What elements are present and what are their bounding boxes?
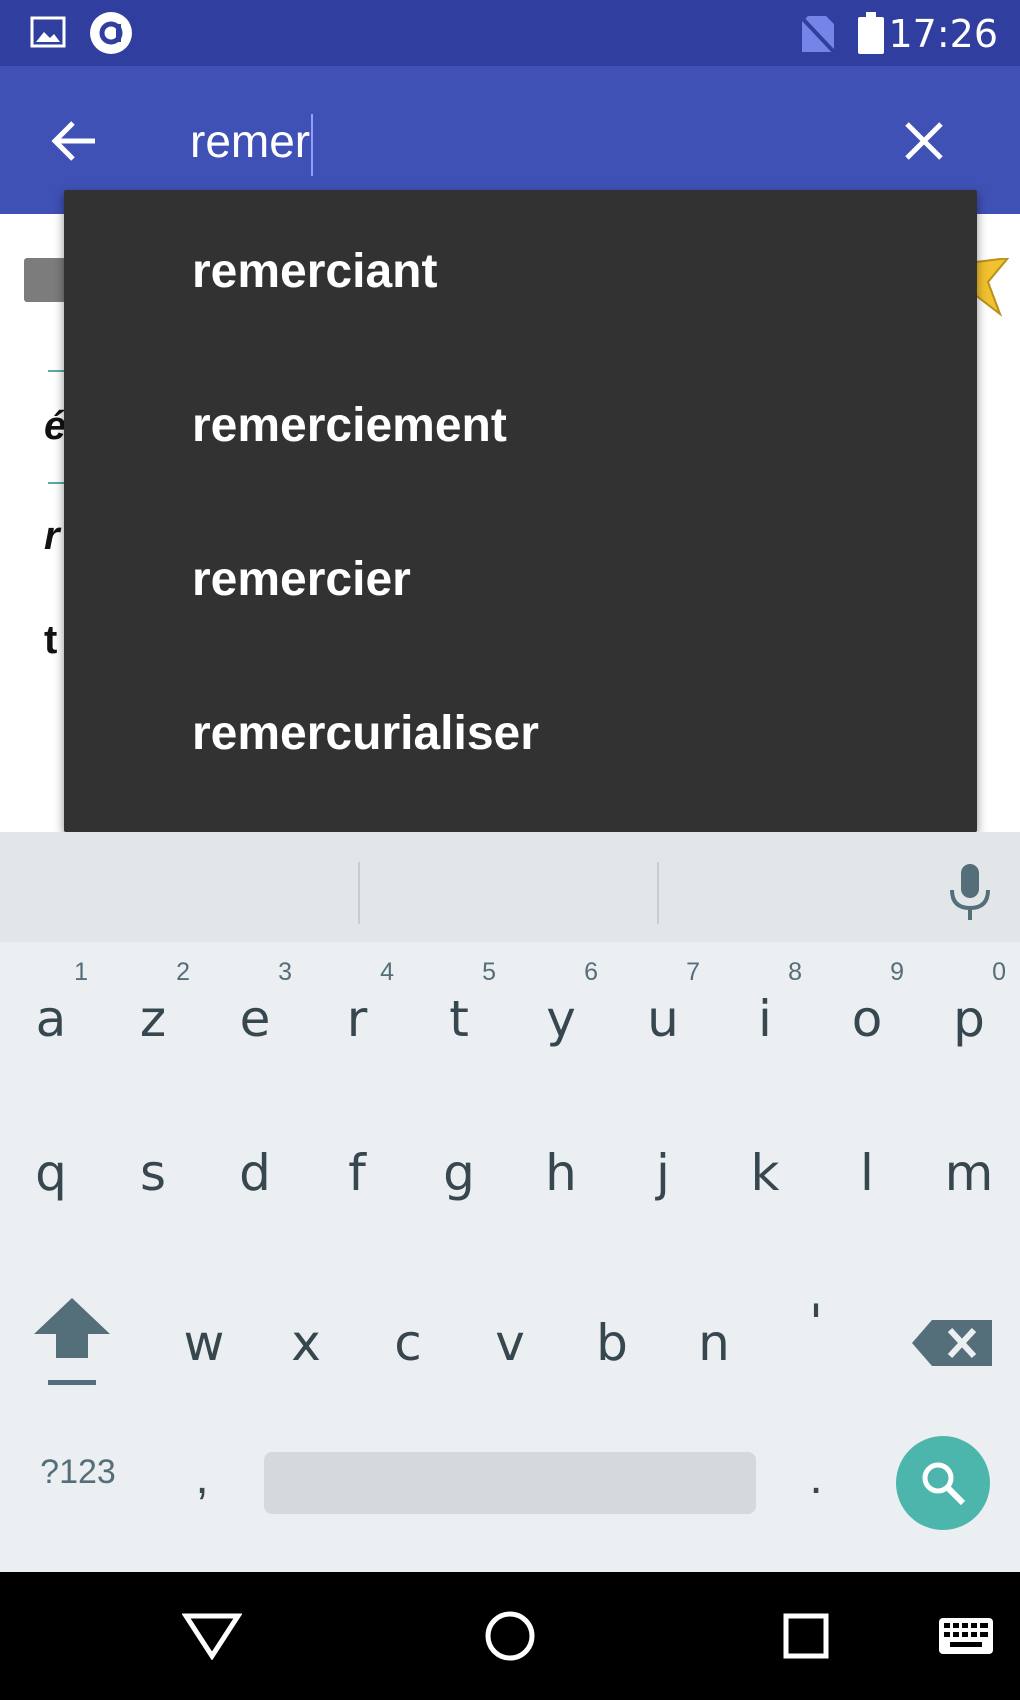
search-input-text: remer <box>190 115 311 167</box>
key-apostrophe[interactable]: ' <box>765 1248 867 1398</box>
back-button[interactable] <box>38 108 110 174</box>
key-label: u <box>647 990 679 1048</box>
text-caret <box>311 113 314 176</box>
key-v[interactable]: v <box>459 1268 561 1418</box>
autocomplete-dropdown: remerciant remerciement remercier remerc… <box>64 190 977 832</box>
key-label: y <box>546 990 576 1048</box>
suggestion-item[interactable]: remerciant <box>64 194 977 348</box>
key-x[interactable]: x <box>255 1268 357 1418</box>
key-l[interactable]: l <box>816 1098 918 1248</box>
shift-arrow-icon <box>34 1298 110 1385</box>
key-label: p <box>953 990 985 1048</box>
search-action-key[interactable] <box>896 1436 990 1530</box>
close-icon <box>905 122 943 160</box>
key-hint: 5 <box>482 958 496 986</box>
key-o[interactable]: o9 <box>816 944 918 1094</box>
key-n[interactable]: n <box>663 1268 765 1418</box>
key-label: z <box>139 990 167 1048</box>
key-s[interactable]: s <box>102 1098 204 1248</box>
backspace-icon <box>912 1320 992 1366</box>
strip-divider <box>358 862 360 924</box>
suggestion-item[interactable]: remercurialiser <box>64 656 977 810</box>
no-sim-icon <box>800 16 836 54</box>
clear-search-button[interactable] <box>888 106 960 176</box>
key-label: o <box>851 990 883 1048</box>
key-p[interactable]: p0 <box>918 944 1020 1094</box>
key-z[interactable]: z2 <box>102 944 204 1094</box>
key-a[interactable]: a1 <box>0 944 102 1094</box>
symbols-key[interactable]: ?123 <box>18 1432 138 1512</box>
image-icon <box>30 16 66 48</box>
key-w[interactable]: w <box>153 1268 255 1418</box>
home-circle-icon <box>485 1611 535 1661</box>
key-hint: 8 <box>788 958 802 986</box>
nav-back-button[interactable] <box>176 1600 248 1672</box>
key-hint: 6 <box>584 958 598 986</box>
key-h[interactable]: h <box>510 1098 612 1248</box>
keyboard-switch-button[interactable] <box>930 1600 1002 1672</box>
peek-text: é <box>44 404 67 448</box>
backspace-key[interactable] <box>908 1298 1000 1388</box>
key-j[interactable]: j <box>612 1098 714 1248</box>
key-t[interactable]: t5 <box>408 944 510 1094</box>
battery-icon <box>858 12 884 54</box>
nav-home-button[interactable] <box>474 1600 546 1672</box>
key-hint: 7 <box>686 958 700 986</box>
key-hint: 2 <box>176 958 190 986</box>
suggestion-item[interactable]: remercier <box>64 502 977 656</box>
key-m[interactable]: m <box>918 1098 1020 1248</box>
microphone-icon <box>950 864 990 920</box>
keyboard-suggestion-strip <box>0 832 1020 942</box>
clock: 17:26 <box>888 12 998 56</box>
keyboard-switch-icon <box>939 1618 993 1654</box>
key-label: r <box>346 990 368 1048</box>
key-f[interactable]: f <box>306 1098 408 1248</box>
key-e[interactable]: e3 <box>204 944 306 1094</box>
key-hint: 1 <box>74 958 88 986</box>
period-key[interactable]: . <box>786 1432 846 1522</box>
space-bar[interactable] <box>264 1452 756 1514</box>
search-icon <box>922 1462 966 1506</box>
key-hint: 0 <box>992 958 1006 986</box>
key-label: i <box>758 990 772 1048</box>
key-d[interactable]: d <box>204 1098 306 1248</box>
key-label: e <box>239 990 271 1048</box>
strip-divider <box>657 862 659 924</box>
suggestion-item[interactable]: remerciement <box>64 348 977 502</box>
peek-text: r <box>44 514 60 558</box>
key-c[interactable]: c <box>357 1268 459 1418</box>
key-hint: 4 <box>380 958 394 986</box>
key-i[interactable]: i8 <box>714 944 816 1094</box>
status-bar: 17:26 <box>0 0 1020 66</box>
key-b[interactable]: b <box>561 1268 663 1418</box>
shift-key[interactable] <box>30 1288 114 1398</box>
comma-key[interactable]: , <box>172 1432 232 1522</box>
system-nav-bar <box>0 1572 1020 1700</box>
key-y[interactable]: y6 <box>510 944 612 1094</box>
recents-square-icon <box>783 1613 829 1659</box>
voice-input-button[interactable] <box>944 862 996 922</box>
key-hint: 9 <box>890 958 904 986</box>
arrow-left-icon <box>51 121 95 161</box>
key-u[interactable]: u7 <box>612 944 714 1094</box>
search-input[interactable]: remer <box>190 106 870 176</box>
key-r[interactable]: r4 <box>306 944 408 1094</box>
speaker-icon <box>24 258 68 302</box>
key-hint: 3 <box>278 958 292 986</box>
back-triangle-icon <box>182 1613 242 1660</box>
soft-keyboard: a1 z2 e3 r4 t5 y6 u7 i8 o9 p0 q s d f g … <box>0 832 1020 1572</box>
app-notification-icon <box>90 12 132 54</box>
key-label: a <box>35 990 67 1048</box>
peek-text: t <box>44 618 58 662</box>
nav-recents-button[interactable] <box>770 1600 842 1672</box>
key-k[interactable]: k <box>714 1098 816 1248</box>
key-label: t <box>449 990 469 1048</box>
key-g[interactable]: g <box>408 1098 510 1248</box>
key-q[interactable]: q <box>0 1098 102 1248</box>
